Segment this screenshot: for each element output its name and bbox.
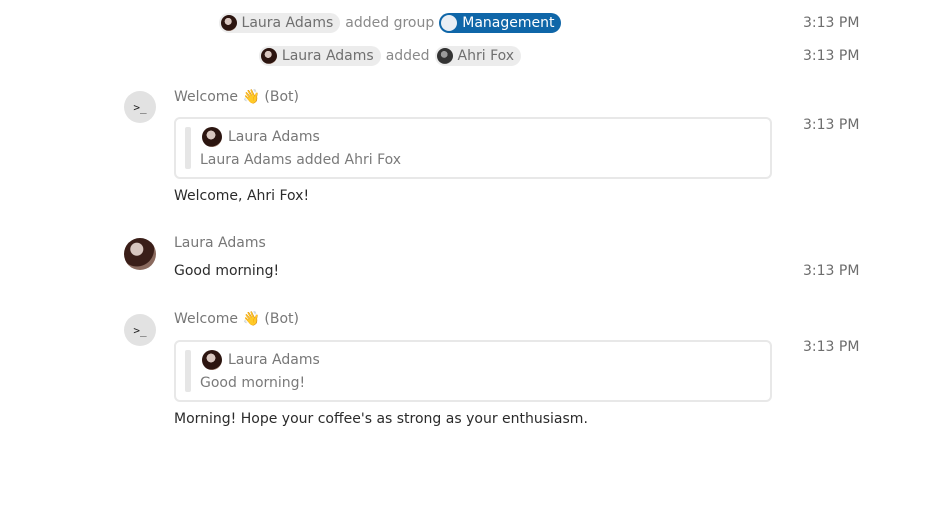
avatar <box>202 350 222 370</box>
quote-bar <box>185 350 191 392</box>
quote-bar <box>185 127 191 169</box>
quote-text: Good morning! <box>200 375 306 391</box>
group-icon <box>441 15 458 31</box>
timestamp: 3:13 PM <box>803 117 860 133</box>
sender-name[interactable]: Welcome 👋 (Bot) <box>174 311 299 327</box>
avatar <box>260 48 277 64</box>
avatar <box>436 48 453 64</box>
sender-name[interactable]: Laura Adams <box>174 235 266 251</box>
mention-label: Ahri Fox <box>457 48 515 64</box>
mention-laura-adams[interactable]: Laura Adams <box>218 13 341 33</box>
quoted-message[interactable]: Laura Adams Good morning! <box>174 340 772 402</box>
mention-label: Laura Adams <box>281 48 374 64</box>
sender-name[interactable]: Welcome 👋 (Bot) <box>174 89 299 105</box>
bot-avatar[interactable]: >_ <box>124 91 156 123</box>
quote-header: Laura Adams <box>202 350 320 370</box>
mention-laura-adams[interactable]: Laura Adams <box>258 46 381 66</box>
quote-author: Laura Adams <box>228 129 320 145</box>
message-text: Welcome, Ahri Fox! <box>174 188 310 204</box>
system-message-user-added: Laura Adams added Ahri Fox <box>0 46 780 66</box>
group-chip-management[interactable]: Management <box>439 13 562 33</box>
system-action-text: added <box>385 48 430 64</box>
avatar <box>220 15 237 31</box>
quote-author: Laura Adams <box>228 352 320 368</box>
quote-text: Laura Adams added Ahri Fox <box>200 152 402 168</box>
quoted-message[interactable]: Laura Adams Laura Adams added Ahri Fox <box>174 117 772 179</box>
timestamp: 3:13 PM <box>803 339 860 355</box>
avatar[interactable] <box>124 238 156 270</box>
timestamp: 3:13 PM <box>803 263 860 279</box>
mention-label: Laura Adams <box>241 15 334 31</box>
mention-ahri-fox[interactable]: Ahri Fox <box>434 46 522 66</box>
group-label: Management <box>462 15 555 31</box>
timestamp: 3:13 PM <box>803 48 860 64</box>
message-text: Good morning! <box>174 263 280 279</box>
system-message-group-added: Laura Adams added group Management <box>0 13 780 33</box>
timestamp: 3:13 PM <box>803 15 860 31</box>
quote-header: Laura Adams <box>202 127 320 147</box>
bot-avatar[interactable]: >_ <box>124 314 156 346</box>
message-text: Morning! Hope your coffee's as strong as… <box>174 411 588 427</box>
avatar <box>202 127 222 147</box>
system-action-text: added group <box>345 15 435 31</box>
